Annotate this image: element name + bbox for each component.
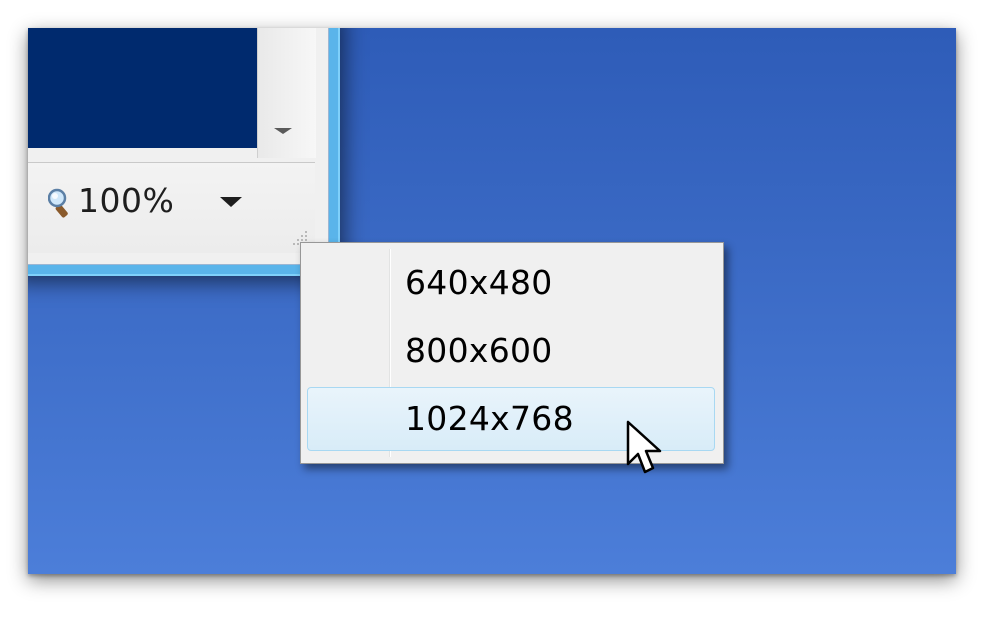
preview-area — [28, 28, 257, 148]
menu-item-label: 640x480 — [405, 263, 553, 302]
scroll-down-arrow-icon[interactable] — [274, 128, 292, 134]
magnifier-icon — [48, 188, 68, 218]
screenshot-stage: 100% 640x480 800x600 1024x768 — [0, 0, 1000, 618]
desktop-background: 100% 640x480 800x600 1024x768 — [28, 28, 956, 574]
menu-item-800x600[interactable]: 800x600 — [307, 319, 715, 383]
arrow-pointer-icon — [626, 420, 662, 474]
menu-item-label: 800x600 — [405, 331, 553, 370]
zoom-dropdown-arrow-icon[interactable] — [220, 197, 242, 207]
window-client-area: 100% — [28, 28, 329, 265]
menu-item-label: 1024x768 — [405, 399, 574, 438]
status-bar: 100% — [28, 162, 315, 253]
vertical-scrollbar[interactable] — [257, 28, 316, 158]
app-window: 100% — [28, 28, 340, 276]
zoom-level-value: 100% — [78, 181, 175, 220]
menu-item-640x480[interactable]: 640x480 — [307, 251, 715, 315]
